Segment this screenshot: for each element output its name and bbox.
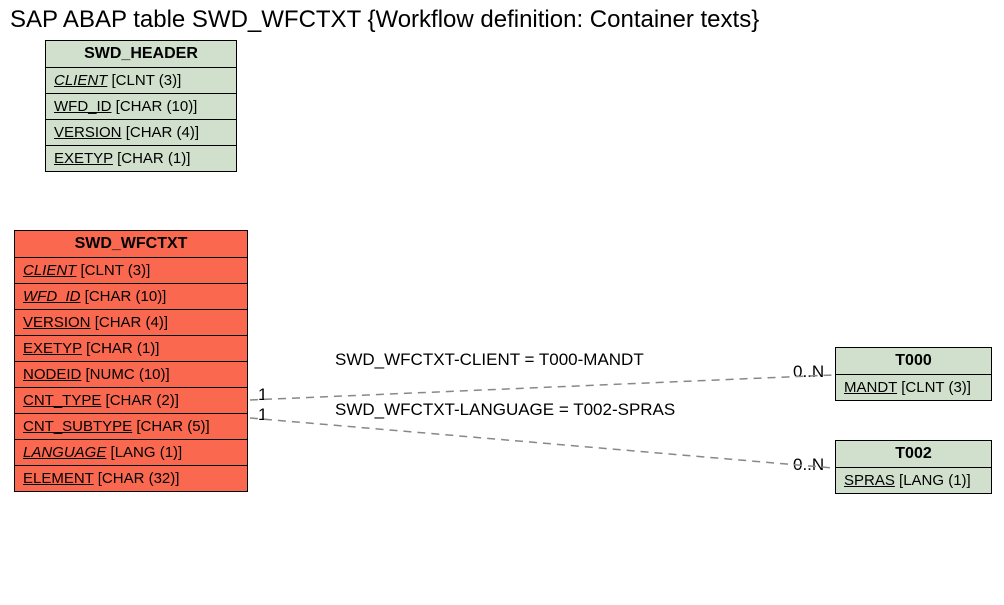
entity-header: T000 [836,348,991,375]
entity-t002: T002 SPRAS [LANG (1)] [835,440,992,494]
field-row: LANGUAGE [LANG (1)] [15,440,247,466]
field-row: CLIENT [CLNT (3)] [46,68,236,94]
cardinality-left: 1 [258,405,267,425]
field-row: EXETYP [CHAR (1)] [15,336,247,362]
field-row: SPRAS [LANG (1)] [836,468,991,493]
relation-label: SWD_WFCTXT-CLIENT = T000-MANDT [335,350,644,370]
field-row: WFD_ID [CHAR (10)] [46,94,236,120]
entity-header: SWD_WFCTXT [15,231,247,258]
entity-swd-wfctxt: SWD_WFCTXT CLIENT [CLNT (3)] WFD_ID [CHA… [14,230,248,492]
entity-header: T002 [836,441,991,468]
field-row: NODEID [NUMC (10)] [15,362,247,388]
relation-label: SWD_WFCTXT-LANGUAGE = T002-SPRAS [335,400,675,420]
field-row: VERSION [CHAR (4)] [15,310,247,336]
cardinality-left: 1 [258,385,267,405]
field-row: WFD_ID [CHAR (10)] [15,284,247,310]
entity-t000: T000 MANDT [CLNT (3)] [835,347,992,401]
field-row: ELEMENT [CHAR (32)] [15,466,247,491]
cardinality-right: 0..N [793,362,824,382]
field-row: CNT_SUBTYPE [CHAR (5)] [15,414,247,440]
entity-swd-header: SWD_HEADER CLIENT [CLNT (3)] WFD_ID [CHA… [45,40,237,172]
field-row: CNT_TYPE [CHAR (2)] [15,388,247,414]
page-title: SAP ABAP table SWD_WFCTXT {Workflow defi… [10,6,759,34]
field-row: EXETYP [CHAR (1)] [46,146,236,171]
field-row: VERSION [CHAR (4)] [46,120,236,146]
cardinality-right: 0..N [793,455,824,475]
entity-header: SWD_HEADER [46,41,236,68]
field-row: CLIENT [CLNT (3)] [15,258,247,284]
field-row: MANDT [CLNT (3)] [836,375,991,400]
